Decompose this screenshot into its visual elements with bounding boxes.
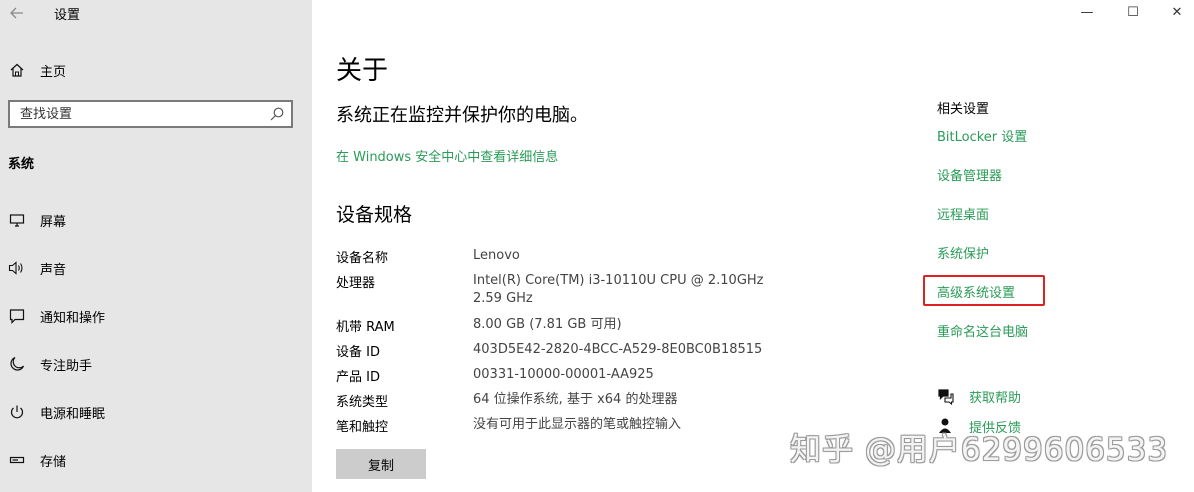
spec-label-processor: 处理器 [336,276,376,291]
search-icon[interactable] [269,106,285,122]
copy-button[interactable]: 复制 [336,449,426,479]
back-arrow-icon [10,7,23,19]
spec-label-device-name: 设备名称 [336,251,389,266]
display-icon [8,211,26,229]
spec-value-device-name: Lenovo [473,248,520,263]
notification-icon [8,307,26,325]
spec-value-device-id: 403D5E42-2820-4BCC-A529-8E0BC0B18515 [473,342,763,357]
system-protection-link[interactable]: 系统保护 [937,243,989,262]
app-title: 设置 [54,8,81,23]
spec-value-processor: Intel(R) Core(TM) i3-10110U CPU @ 2.10GH… [473,273,764,306]
advanced-system-settings-link[interactable]: 高级系统设置 [937,282,1015,301]
sidebar-item-power-sleep[interactable]: 电源和睡眠 [0,396,312,428]
page-title: 关于 [336,56,389,86]
spec-value-ram: 8.00 GB (7.81 GB 可用) [473,317,622,332]
sidebar-item-label: 专注助手 [40,358,93,374]
power-icon [8,403,26,421]
spec-value-system-type: 64 位操作系统, 基于 x64 的处理器 [473,392,678,407]
sidebar-item-label: 屏幕 [40,214,67,230]
nav-home-label: 主页 [40,64,67,80]
spec-label-system-type: 系统类型 [336,395,389,410]
bitlocker-settings-link[interactable]: BitLocker 设置 [937,126,1027,145]
maximize-icon: ☐ [1127,4,1139,20]
sidebar-item-focus-assist[interactable]: 专注助手 [0,348,312,380]
search-box [8,100,293,128]
protection-status-text: 系统正在监控并保护你的电脑。 [336,105,588,126]
device-specs-heading: 设备规格 [336,204,413,226]
spec-value-product-id: 00331-10000-00001-AA925 [473,367,654,382]
sidebar-item-sound[interactable]: 声音 [0,252,312,284]
speaker-icon [8,259,26,277]
security-center-link[interactable]: 在 Windows 安全中心中查看详细信息 [336,146,558,165]
sidebar-item-storage[interactable]: 存储 [0,444,312,476]
get-help-link[interactable]: 获取帮助 [937,386,1021,406]
related-settings-heading: 相关设置 [937,102,990,117]
sidebar-item-label: 通知和操作 [40,310,106,326]
minimize-icon: — [1080,4,1094,20]
spec-label-pen-touch: 笔和触控 [336,420,389,435]
remote-desktop-link[interactable]: 远程桌面 [937,204,989,223]
sidebar-item-notifications[interactable]: 通知和操作 [0,300,312,332]
sidebar-item-label: 电源和睡眠 [40,406,106,422]
close-icon: ✕ [1171,4,1183,20]
minimize-button[interactable]: — [1064,0,1110,24]
spec-value-pen-touch: 没有可用于此显示器的笔或触控输入 [473,417,682,432]
sidebar-item-label: 存储 [40,454,67,470]
sidebar-item-display[interactable]: 屏幕 [0,204,312,236]
rename-pc-link[interactable]: 重命名这台电脑 [937,321,1028,340]
search-input[interactable] [10,105,262,123]
sidebar-item-label: 声音 [40,262,67,278]
settings-window: 设置 主页 系统 [0,0,1194,492]
spec-label-ram: 机带 RAM [336,320,395,335]
back-button[interactable] [6,2,28,24]
spec-label-device-id: 设备 ID [336,345,380,360]
sidebar: 设置 主页 系统 [0,0,312,492]
storage-icon [8,451,26,469]
get-help-label: 获取帮助 [969,390,1022,406]
nav-home[interactable]: 主页 [0,56,312,84]
zhihu-watermark: 知乎 @用户6299606533 [790,432,1169,468]
home-icon [8,61,26,79]
spec-label-product-id: 产品 ID [336,370,380,385]
help-chat-icon [937,387,955,405]
device-manager-link[interactable]: 设备管理器 [937,165,1002,184]
close-button[interactable]: ✕ [1154,0,1194,24]
section-header-system: 系统 [8,157,35,172]
maximize-button[interactable]: ☐ [1110,0,1156,24]
moon-icon [8,355,26,373]
